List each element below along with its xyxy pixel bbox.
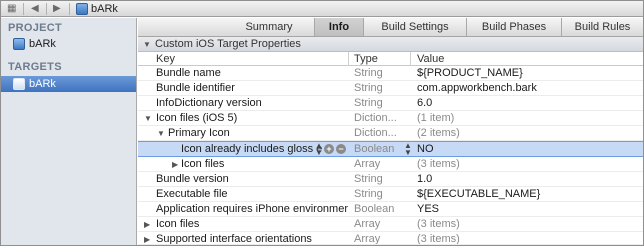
forward-arrow-icon[interactable]: ▶	[53, 2, 61, 16]
tab-summary[interactable]: Summary	[224, 18, 314, 36]
table-row[interactable]: ▼ Primary Icon Diction... (2 items)	[138, 126, 643, 141]
row-type: String	[354, 173, 383, 185]
app-target-icon	[13, 78, 25, 90]
row-key[interactable]: Icon already includes gloss e	[181, 142, 323, 156]
row-type: Array	[354, 233, 381, 245]
row-type: String	[354, 67, 383, 79]
row-value[interactable]: ${EXECUTABLE_NAME}	[417, 187, 637, 201]
row-value[interactable]: ${PRODUCT_NAME}	[417, 66, 637, 80]
project-icon	[76, 3, 88, 15]
column-header-type[interactable]: Type	[354, 52, 378, 66]
sidebar-item-label: bARk	[29, 38, 56, 50]
add-row-icon[interactable]: +	[324, 144, 334, 154]
divider	[46, 3, 47, 15]
editor-tab-bar: Summary Info Build Settings Build Phases…	[138, 18, 643, 37]
row-key: Bundle identifier	[156, 82, 235, 94]
grid-icon[interactable]: ▦	[7, 2, 16, 16]
targets-header: TARGETS	[8, 61, 62, 73]
divider	[348, 52, 349, 66]
row-key: InfoDictionary version	[156, 97, 262, 109]
jump-bar-project-title[interactable]: bARk	[91, 2, 118, 16]
row-value: (3 items)	[417, 158, 460, 170]
project-header: PROJECT	[8, 22, 63, 34]
type-popup-stepper-icon[interactable]: ▲ ▼	[404, 142, 412, 156]
row-value: (1 item)	[417, 112, 455, 124]
project-navigator: PROJECT bARk TARGETS bARk	[1, 18, 137, 245]
row-type: Diction...	[354, 112, 397, 124]
table-row[interactable]: ▼ Icon files (iOS 5) Diction... (1 item)	[138, 111, 643, 126]
divider	[23, 3, 24, 15]
row-key: Icon files	[181, 158, 225, 170]
row-value[interactable]: YES	[417, 202, 637, 216]
table-row[interactable]: InfoDictionary version String 6.0	[138, 96, 643, 111]
tab-build-rules[interactable]: Build Rules	[562, 18, 643, 36]
row-type: Diction...	[354, 127, 397, 139]
jump-bar: ▦ ◀ ▶ bARk	[1, 1, 643, 17]
table-row[interactable]: Bundle identifier String com.appworkbenc…	[138, 81, 643, 96]
project-icon	[13, 38, 25, 50]
divider	[410, 52, 411, 66]
row-value: (3 items)	[417, 218, 460, 230]
table-row[interactable]: ▶ Supported interface orientations Array…	[138, 232, 643, 245]
tab-info[interactable]: Info	[315, 18, 363, 36]
key-popup-stepper-icon[interactable]: ▲ ▼	[315, 142, 323, 156]
divider	[69, 3, 70, 15]
column-header-value[interactable]: Value	[417, 52, 444, 66]
sidebar-item-label: bARk	[29, 78, 56, 90]
row-key: Primary Icon	[168, 127, 230, 139]
row-key: Icon files (iOS 5)	[156, 112, 238, 124]
table-row-selected[interactable]: Icon already includes gloss e ▲ ▼ + − Boo…	[138, 141, 643, 157]
tab-build-settings[interactable]: Build Settings	[364, 18, 466, 36]
row-type: Boolean	[354, 203, 395, 215]
row-type: String	[354, 97, 383, 109]
disclosure-triangle-open-icon[interactable]: ▼	[144, 111, 152, 125]
table-row[interactable]: Bundle name String ${PRODUCT_NAME}	[138, 66, 643, 81]
row-key: Application requires iPhone environmer	[156, 203, 348, 215]
column-header-key[interactable]: Key	[156, 52, 175, 66]
table-row[interactable]: Bundle version String 1.0	[138, 172, 643, 187]
disclosure-triangle-closed-icon[interactable]: ▶	[144, 217, 150, 231]
row-key: Icon files	[156, 218, 200, 230]
row-value[interactable]: NO	[417, 142, 497, 156]
table-row[interactable]: ▶ Icon files Array (3 items)	[138, 217, 643, 232]
row-value[interactable]: 1.0	[417, 172, 637, 186]
back-arrow-icon[interactable]: ◀	[31, 2, 39, 16]
table-header: Key Type Value	[138, 52, 643, 66]
disclosure-triangle-open-icon[interactable]: ▼	[157, 126, 165, 140]
row-value[interactable]: com.appworkbench.bark	[417, 81, 637, 95]
row-key: Executable file	[156, 188, 228, 200]
row-key: Bundle name	[156, 67, 221, 79]
row-value[interactable]: 6.0	[417, 96, 637, 110]
sidebar-item-project[interactable]: bARk	[1, 36, 136, 52]
row-type: Array	[354, 218, 381, 230]
row-key: Bundle version	[156, 173, 229, 185]
section-title: Custom iOS Target Properties	[155, 38, 301, 50]
table-row[interactable]: Executable file String ${EXECUTABLE_NAME…	[138, 187, 643, 202]
row-type[interactable]: Boolean	[354, 142, 409, 156]
disclosure-triangle-closed-icon[interactable]: ▶	[172, 157, 178, 171]
row-key: Supported interface orientations	[156, 233, 312, 245]
section-header[interactable]: ▼ Custom iOS Target Properties	[138, 37, 643, 52]
row-value: (2 items)	[417, 127, 460, 139]
disclosure-triangle-open-icon[interactable]: ▼	[143, 37, 151, 52]
row-type: String	[354, 82, 383, 94]
sidebar-item-target[interactable]: bARk	[1, 76, 136, 92]
disclosure-triangle-closed-icon[interactable]: ▶	[144, 232, 150, 244]
table-row[interactable]: ▶ Icon files Array (3 items)	[138, 157, 643, 172]
row-type: Array	[354, 158, 381, 170]
table-row[interactable]: Application requires iPhone environmer B…	[138, 202, 643, 217]
remove-row-icon[interactable]: −	[336, 144, 346, 154]
tab-build-phases[interactable]: Build Phases	[467, 18, 561, 36]
row-value: (3 items)	[417, 233, 460, 245]
row-type: String	[354, 188, 383, 200]
